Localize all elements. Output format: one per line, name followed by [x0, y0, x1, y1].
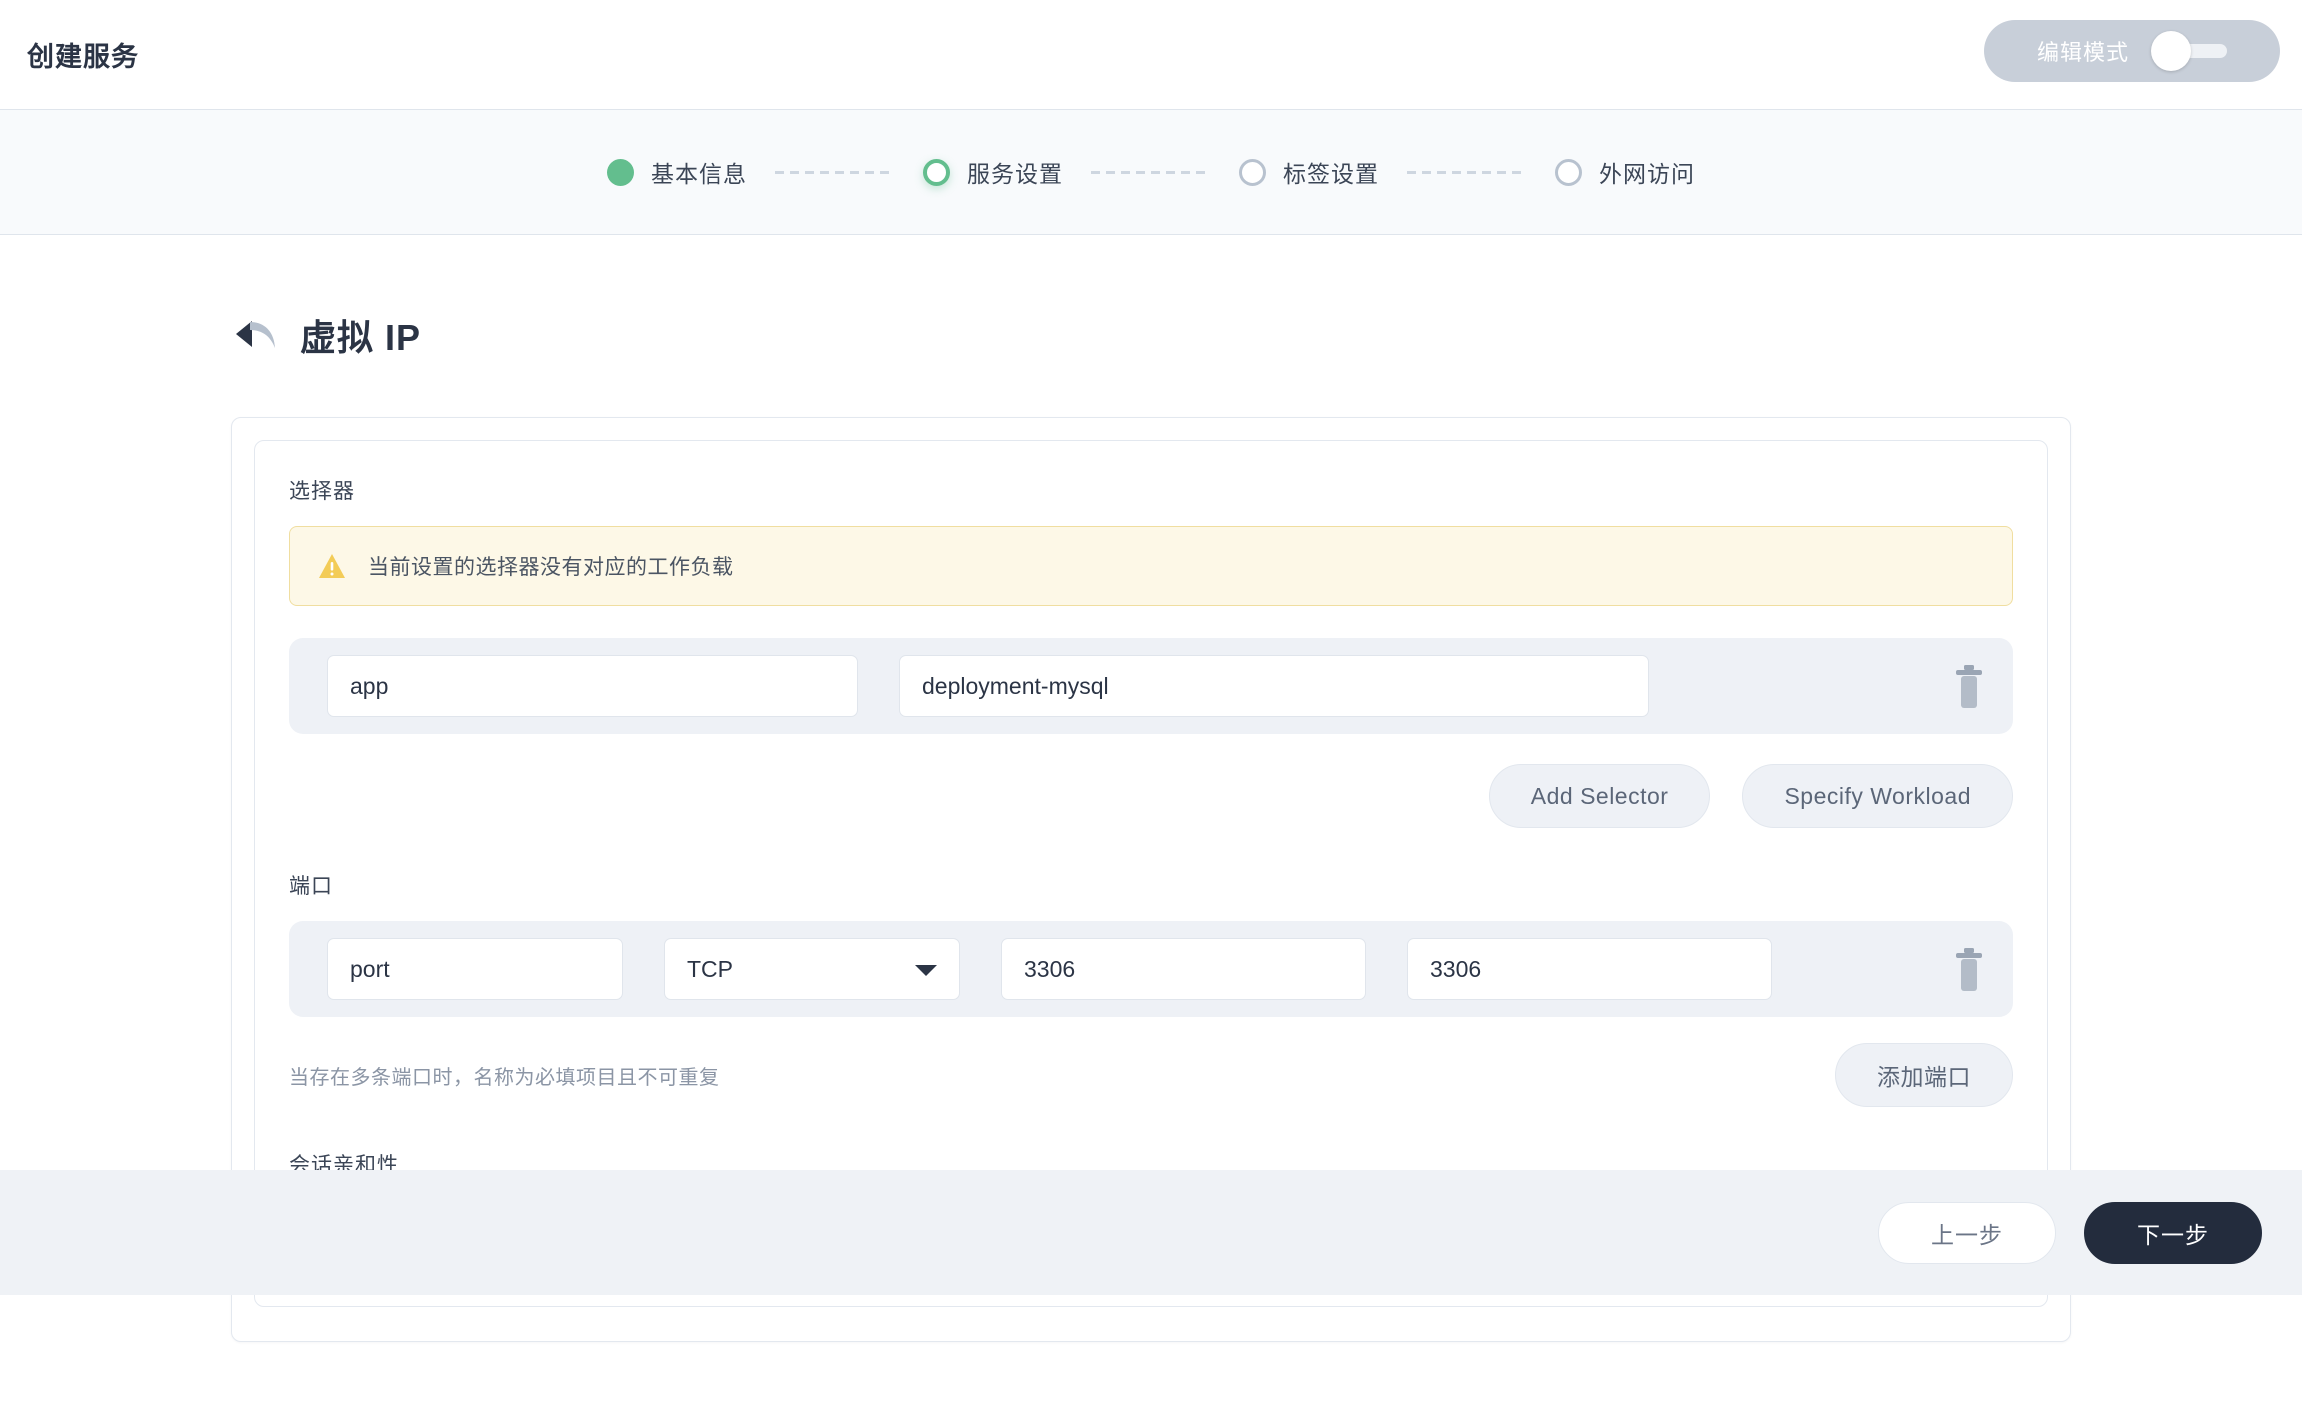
warning-triangle-icon: [319, 554, 345, 578]
steps-container: 基本信息 服务设置 标签设置 外网访问: [607, 155, 1695, 189]
target-port-input[interactable]: [1407, 938, 1772, 1000]
step-item-external-access[interactable]: 外网访问: [1555, 155, 1695, 189]
port-protocol-select[interactable]: TCP: [664, 938, 960, 1000]
page-title: 虚拟 IP: [300, 317, 422, 358]
step-item-basic-info[interactable]: 基本信息: [607, 155, 747, 189]
port-row: TCP: [289, 921, 2013, 1017]
selector-warning-text: 当前设置的选择器没有对应的工作负载: [368, 556, 734, 579]
trash-icon[interactable]: [1947, 661, 1991, 711]
step-dot-todo-icon: [1239, 158, 1266, 186]
step-dot-active-icon: [923, 158, 950, 186]
selector-actions: Add Selector Specify Workload: [289, 764, 2013, 828]
selector-row: [289, 638, 2013, 734]
selector-key-input[interactable]: [327, 655, 858, 717]
selector-label: 选择器: [289, 480, 355, 503]
step-label: 标签设置: [1283, 161, 1379, 187]
step-connector: [1091, 170, 1211, 174]
service-port-input[interactable]: [1001, 938, 1366, 1000]
wizard-footer: 上一步 下一步: [0, 1170, 2302, 1295]
switch-knob: [2151, 31, 2191, 71]
step-connector: [1407, 170, 1527, 174]
step-indicator-bar: 基本信息 服务设置 标签设置 外网访问: [0, 110, 2302, 235]
page-body: 虚拟 IP 选择器 当前设置的选择器没有对应的工作负载 app deployme…: [0, 235, 2302, 1342]
port-label: 端口: [289, 875, 333, 898]
selector-value-input[interactable]: [899, 655, 1649, 717]
specify-workload-button[interactable]: Specify Workload: [1742, 764, 2013, 828]
trash-icon[interactable]: [1947, 944, 1991, 994]
edit-mode-toggle[interactable]: 编辑模式: [1984, 20, 2280, 82]
page-head: 虚拟 IP: [24, 235, 2278, 361]
step-label: 基本信息: [651, 161, 747, 187]
chevron-down-icon: [915, 965, 937, 976]
port-protocol-value: TCP: [687, 955, 733, 982]
edit-mode-switch[interactable]: [2151, 31, 2227, 71]
step-dot-done-icon: [607, 158, 634, 186]
port-helper-text: 当存在多条端口时，名称为必填项目且不可重复: [289, 1066, 720, 1089]
add-port-button[interactable]: 添加端口: [1835, 1043, 2013, 1107]
back-arrow-icon[interactable]: [234, 315, 278, 355]
previous-step-button[interactable]: 上一步: [1878, 1201, 2056, 1264]
edit-mode-label: 编辑模式: [2036, 40, 2129, 65]
add-selector-button[interactable]: Add Selector: [1488, 764, 1711, 828]
page-header-title: 创建服务: [27, 42, 139, 72]
step-dot-todo-icon: [1555, 158, 1582, 186]
app-root: 创建服务 编辑模式 基本信息 服务设置 标签设置 外网访问 虚拟 IP 选择器 …: [0, 0, 2302, 1420]
port-helper-row: 当存在多条端口时，名称为必填项目且不可重复 添加端口: [289, 1043, 2013, 1107]
next-step-button[interactable]: 下一步: [2084, 1201, 2262, 1264]
port-name-input[interactable]: [327, 938, 623, 1000]
selector-warning-banner: 当前设置的选择器没有对应的工作负载: [289, 526, 2013, 606]
step-item-label-settings[interactable]: 标签设置: [1239, 155, 1379, 189]
step-label: 外网访问: [1599, 161, 1695, 187]
step-connector: [775, 170, 895, 174]
step-label: 服务设置: [967, 161, 1063, 187]
app-header: 创建服务 编辑模式: [0, 0, 2302, 110]
step-item-service-settings[interactable]: 服务设置: [923, 155, 1063, 189]
